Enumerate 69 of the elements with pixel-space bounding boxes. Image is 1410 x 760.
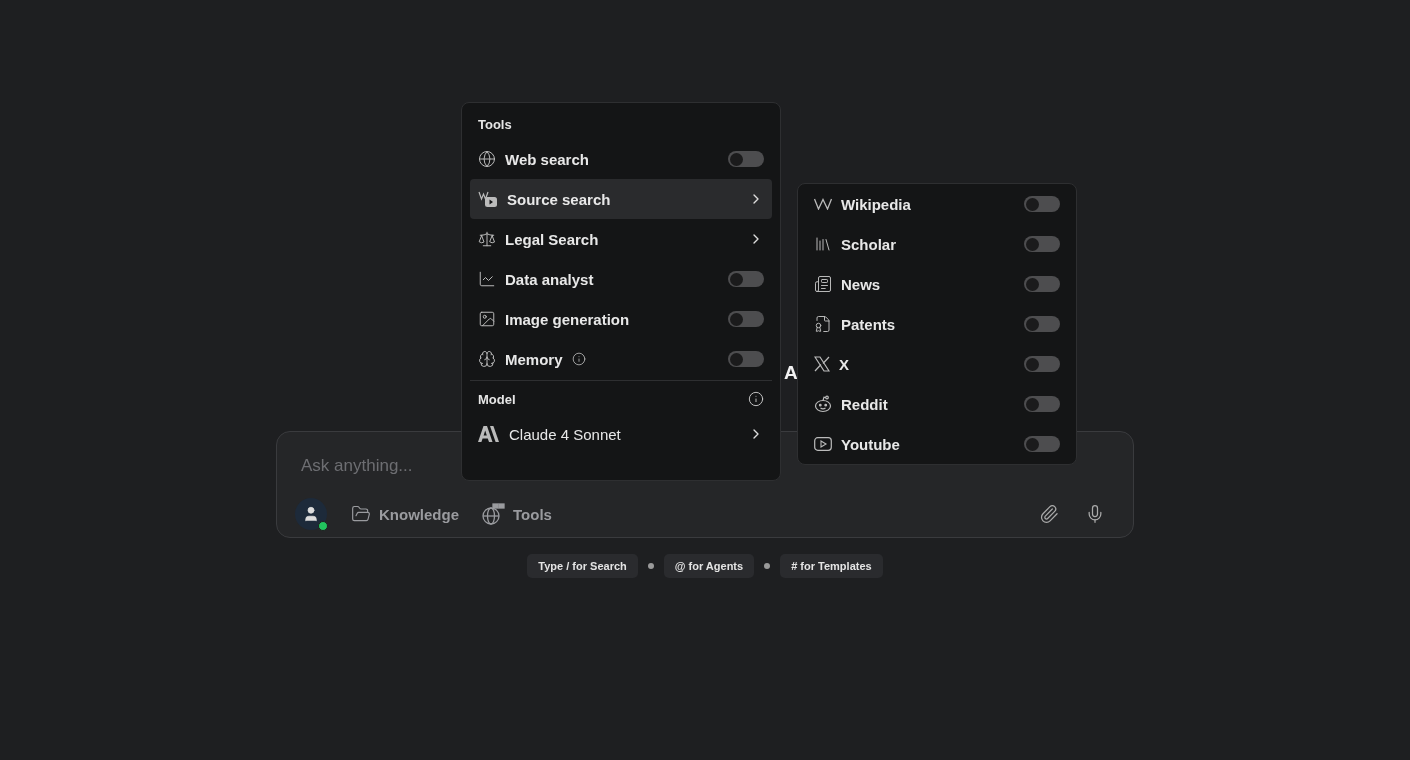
toggle-switch[interactable] [1024,356,1060,372]
menu-heading: Model [478,391,516,407]
knowledge-button[interactable]: Knowledge [343,500,467,528]
menu-item[interactable]: X [806,344,1068,384]
info-icon[interactable] [748,391,764,407]
tools-button[interactable]: Tools [473,499,560,529]
toggle-switch[interactable] [728,151,764,167]
avatar[interactable] [295,498,327,530]
shortcut-hint: Type / for Search [527,554,638,578]
menu-item[interactable]: Patents [806,304,1068,344]
toggle-switch[interactable] [1024,276,1060,292]
scale-icon [478,230,496,248]
toggle-switch[interactable] [1024,196,1060,212]
item-label: X [839,355,849,373]
globe-icon [478,150,496,168]
item-label: Wikipedia [841,195,911,213]
menu-item[interactable]: Youtube [806,424,1068,464]
folder-icon [351,504,371,524]
alien-face-icon [814,395,832,413]
item-label: Source search [507,190,611,208]
toggle-switch[interactable] [728,271,764,287]
menu-item[interactable]: Image generation [470,299,772,339]
item-label: Claude 4 Sonnet [509,425,621,443]
shortcut-hint: # for Templates [780,554,883,578]
model-item[interactable]: Claude 4 Sonnet [470,414,772,454]
item-label: News [841,275,881,293]
menu-item[interactable]: Data analyst [470,259,772,299]
input-field[interactable]: Ask anything... [295,452,707,480]
letter-w-icon [814,198,832,210]
menu-item[interactable]: Legal Search [470,219,772,259]
books-icon [814,235,832,253]
menu-item[interactable]: Reddit [806,384,1068,424]
menu-item[interactable]: Source search [470,179,772,219]
menu-item[interactable]: Memory [470,339,772,379]
info-icon[interactable] [571,352,586,366]
item-label: Image generation [505,310,630,328]
toggle-switch[interactable] [1024,396,1060,412]
paperclip-icon [1039,504,1059,524]
toggle-switch[interactable] [728,351,764,367]
newspaper-icon [814,275,832,293]
play-icon [814,436,832,452]
item-label: Patents [841,315,896,333]
item-label: Legal Search [505,230,599,248]
toggle-switch[interactable] [1024,436,1060,452]
menu-item[interactable]: Scholar [806,224,1068,264]
certificate-icon [814,315,832,333]
x-logo-icon [814,356,830,372]
menu-item[interactable]: News [806,264,1068,304]
item-label: Web search [505,150,589,168]
toggle-switch[interactable] [1024,316,1060,332]
item-label: Data analyst [505,270,594,288]
toggle-switch[interactable] [728,311,764,327]
item-label: Youtube [841,435,900,453]
image-icon [478,310,496,328]
menu-heading: Tools [478,117,512,132]
item-label: Memory [505,350,563,368]
menu-item[interactable]: Web search [470,139,772,179]
line-chart-icon [478,270,496,288]
logo-icon [478,426,500,442]
page-heading: A [784,361,798,385]
toggle-switch[interactable] [1024,236,1060,252]
brain-icon [478,350,496,368]
shortcut-hint: @ for Agents [663,554,755,578]
globe-icon [481,503,505,525]
item-label: Reddit [841,395,888,413]
item-label: Scholar [841,235,897,253]
menu-item[interactable]: Wikipedia [806,184,1068,224]
person-icon [302,505,320,523]
play-badge-icon [478,190,498,208]
